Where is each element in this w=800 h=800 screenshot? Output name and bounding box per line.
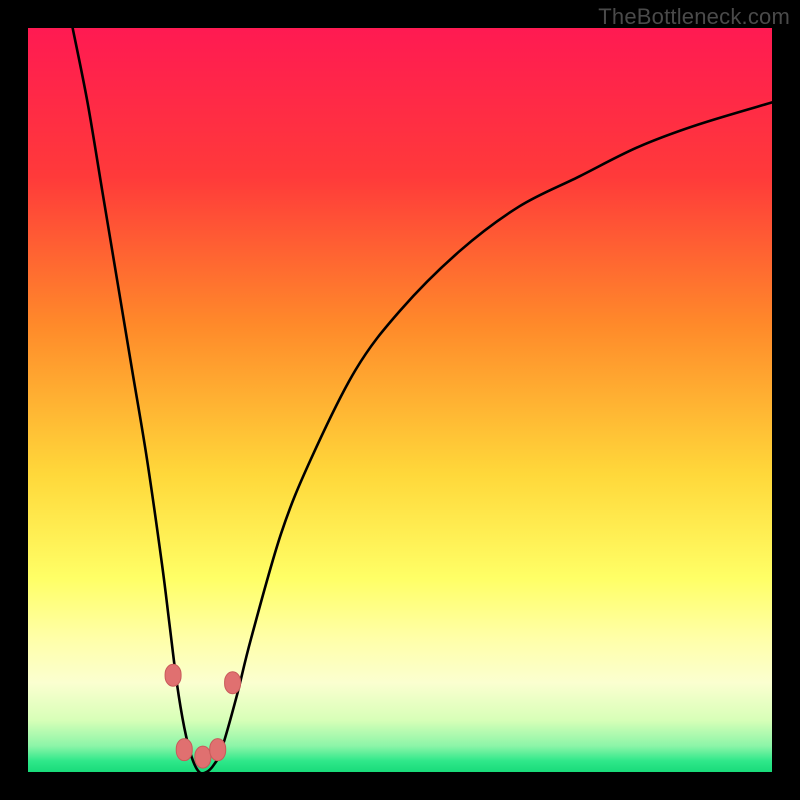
curve-marker — [225, 672, 241, 694]
bottleneck-curve — [28, 28, 772, 772]
curve-marker — [195, 746, 211, 768]
curve-marker — [165, 664, 181, 686]
watermark-text: TheBottleneck.com — [598, 4, 790, 30]
curve-marker — [210, 739, 226, 761]
curve-marker — [176, 739, 192, 761]
plot-frame — [28, 28, 772, 772]
